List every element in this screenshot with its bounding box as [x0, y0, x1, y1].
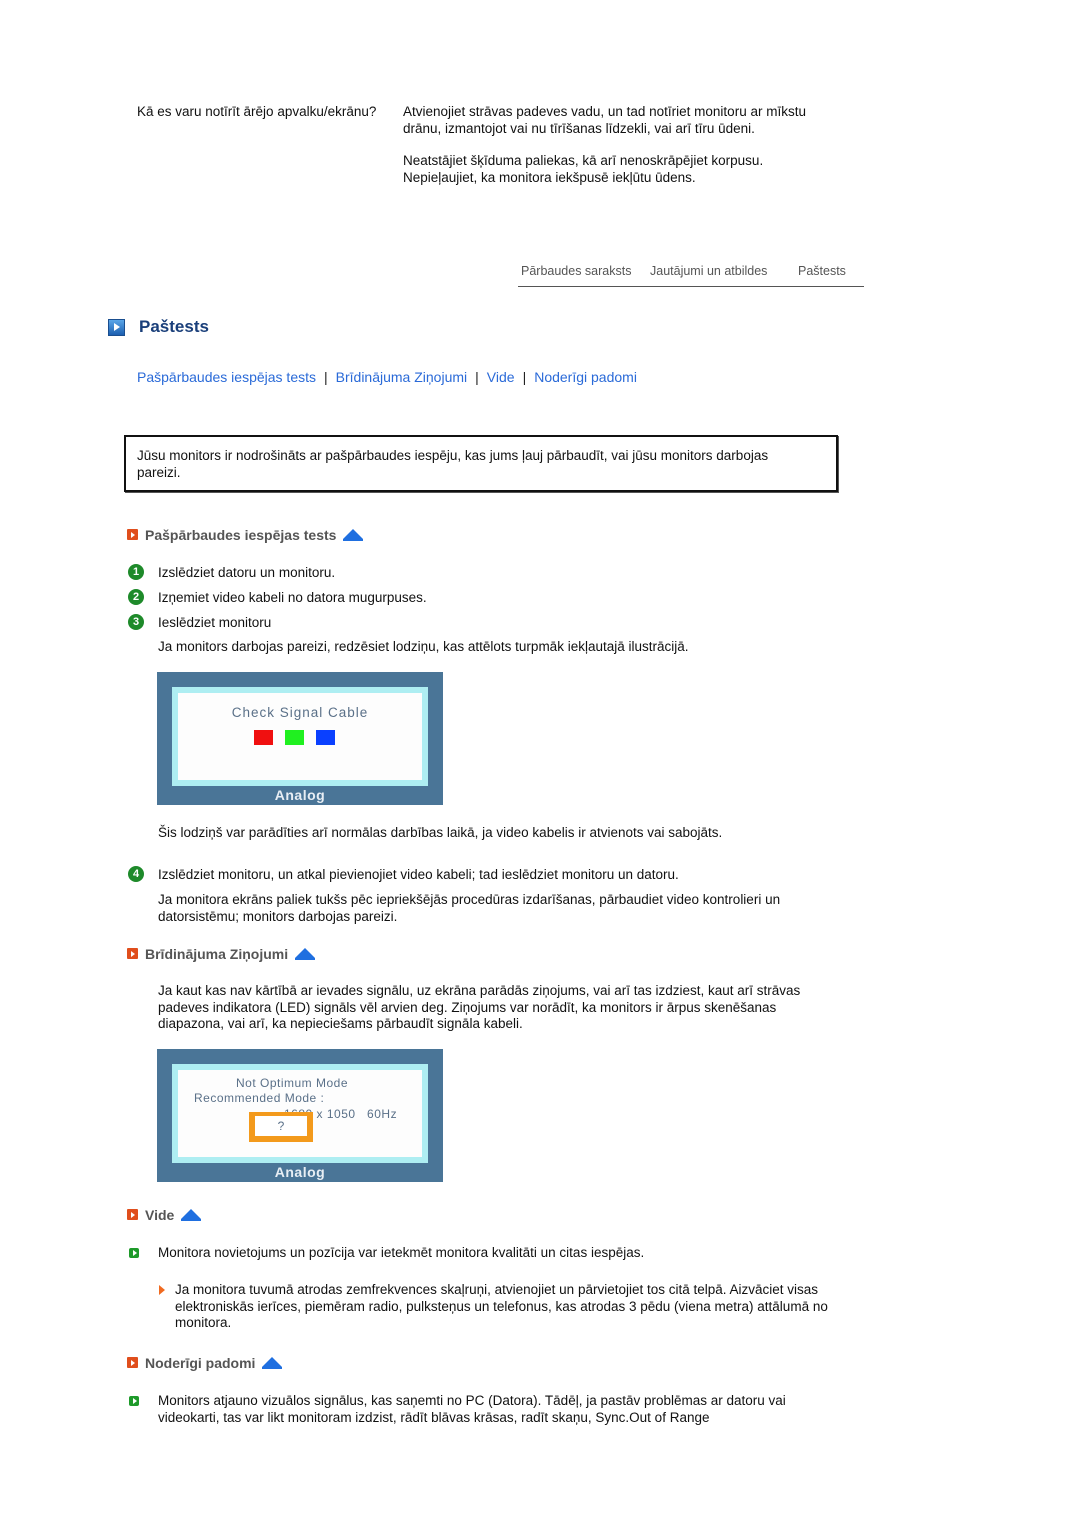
nav-qa[interactable]: Jautājumi un atbildes — [650, 264, 767, 278]
link-tips[interactable]: Noderīgi padomi — [534, 369, 637, 385]
link-separator: | — [475, 369, 479, 385]
osd-footer: Analog — [274, 787, 326, 803]
nav-selftest[interactable]: Paštests — [798, 264, 846, 278]
environment-sub-bullet: Ja monitora tuvumā atrodas zemfrekvences… — [175, 1282, 828, 1330]
back-to-top-icon[interactable] — [181, 1209, 202, 1221]
section-bullet-icon — [127, 529, 138, 540]
osd-footer: Analog — [274, 1164, 326, 1180]
section-bullet-icon — [127, 948, 138, 959]
osd-line-1: Not Optimum Mode — [236, 1076, 349, 1090]
step-4-note: Ja monitora ekrāns paliek tukšs pēc iepr… — [158, 892, 781, 924]
step-1-icon: 1 — [128, 564, 144, 580]
link-warnings[interactable]: Brīdinājuma Ziņojumi — [336, 369, 468, 385]
osd-check-signal-image: Check Signal Cable Analog — [157, 672, 443, 805]
section-title: Brīdinājuma Ziņojumi — [145, 946, 289, 962]
step-3-icon: 3 — [128, 614, 144, 630]
nav-checklist[interactable]: Pārbaudes saraksts — [521, 264, 631, 278]
faq-answer-paragraph: Neatstājiet šķīduma paliekas, kā arī nen… — [403, 153, 764, 185]
green-bullet-icon — [129, 1396, 139, 1406]
link-environment[interactable]: Vide — [487, 369, 515, 385]
page-title: Paštests — [139, 317, 209, 336]
section-bullet-icon — [127, 1209, 138, 1220]
step-2-icon: 2 — [128, 589, 144, 605]
osd-help-button: ? — [249, 1112, 313, 1142]
red-square — [254, 730, 273, 745]
osd-not-optimum-image: Not Optimum Mode Recommended Mode : 1680… — [157, 1049, 443, 1182]
osd-line-2: Recommended Mode : — [194, 1091, 325, 1105]
section-title: Pašpārbaudes iespējas tests — [145, 527, 337, 543]
step-1-text: Izslēdziet datoru un monitoru. — [158, 565, 336, 580]
osd-note: Šis lodziņš var parādīties arī normālas … — [158, 825, 723, 840]
intro-text: Jūsu monitors ir nodrošināts ar pašpārba… — [137, 448, 769, 480]
section-bullet-icon — [127, 1357, 138, 1368]
step-3-note: Ja monitors darbojas pareizi, redzēsiet … — [158, 639, 689, 654]
orange-arrow-icon — [159, 1285, 165, 1295]
faq-question: Kā es varu notīrīt ārējo apvalku/ekrānu? — [137, 104, 377, 119]
link-separator: | — [324, 369, 328, 385]
osd-title: Check Signal Cable — [231, 705, 369, 720]
faq-answer-paragraph: Atvienojiet strāvas padeves vadu, un tad… — [403, 104, 806, 136]
section-title: Vide — [145, 1207, 175, 1223]
top-nav: Pārbaudes saraksts Jautājumi un atbildes… — [518, 262, 864, 287]
blue-play-square-icon — [108, 319, 125, 336]
step-3-text: Ieslēdziet monitoru — [158, 615, 272, 630]
green-bullet-icon — [129, 1248, 139, 1258]
warnings-text: Ja kaut kas nav kārtībā ar ievades signā… — [158, 983, 801, 1031]
section-title: Noderīgi padomi — [145, 1355, 256, 1371]
back-to-top-icon[interactable] — [262, 1357, 283, 1369]
blue-square — [316, 730, 335, 745]
intro-box: Jūsu monitors ir nodrošināts ar pašpārba… — [124, 435, 838, 492]
link-self-test[interactable]: Pašpārbaudes iespējas tests — [137, 369, 316, 385]
back-to-top-icon[interactable] — [343, 529, 364, 541]
tips-bullet: Monitors atjauno vizuālos signālus, kas … — [158, 1393, 786, 1425]
step-2-text: Izņemiet video kabeli no datora mugurpus… — [158, 590, 427, 605]
back-to-top-icon[interactable] — [295, 948, 316, 960]
step-4-icon: 4 — [128, 866, 144, 882]
green-square — [285, 730, 304, 745]
step-4-text: Izslēdziet monitoru, un atkal pievienoji… — [158, 867, 679, 882]
anchor-links: Pašpārbaudes iespējas tests | Brīdinājuma … — [137, 369, 637, 385]
link-separator: | — [522, 369, 527, 385]
environment-bullet: Monitora novietojums un pozīcija var iet… — [158, 1245, 645, 1260]
faq-answer: Atvienojiet strāvas padeves vadu, un tad… — [403, 104, 823, 202]
